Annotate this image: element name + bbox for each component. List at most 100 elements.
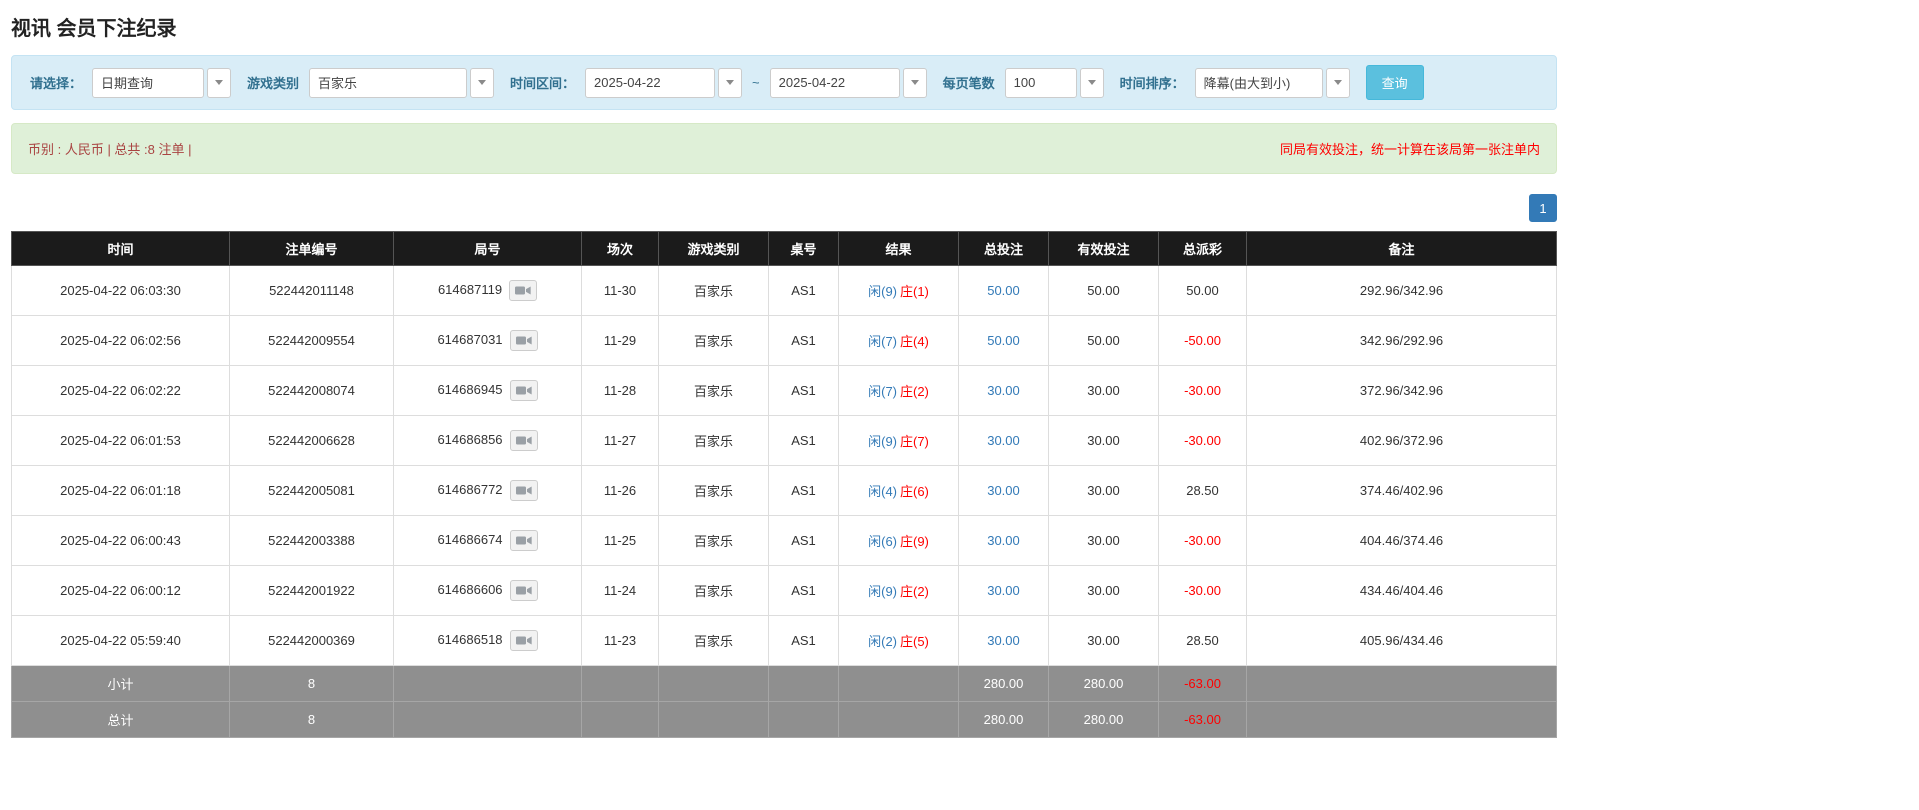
table-number: AS1 — [769, 466, 839, 516]
page-size-input[interactable] — [1005, 68, 1077, 98]
total-bet-link[interactable]: 30.00 — [987, 483, 1020, 498]
bet-time: 2025-04-22 06:02:56 — [12, 316, 230, 366]
search-button[interactable]: 查询 — [1366, 65, 1424, 100]
game-type-dropdown-button[interactable] — [470, 68, 494, 98]
round-video-button[interactable] — [510, 630, 538, 651]
table-row: 2025-04-22 06:03:30 522442011148 6146871… — [12, 266, 1557, 316]
empty-cell — [769, 702, 839, 738]
round-video-button[interactable] — [509, 280, 537, 301]
remark: 292.96/342.96 — [1247, 266, 1557, 316]
table-row: 2025-04-22 05:59:40 522442000369 6146865… — [12, 616, 1557, 666]
table-number: AS1 — [769, 266, 839, 316]
total-bet-link[interactable]: 30.00 — [987, 583, 1020, 598]
round-id: 614687119 — [438, 282, 502, 297]
date-to-input[interactable] — [770, 68, 900, 98]
video-camera-icon — [516, 635, 532, 646]
round-cell: 614686772 — [394, 466, 582, 516]
payout: -50.00 — [1159, 316, 1247, 366]
sort-input[interactable] — [1195, 68, 1323, 98]
valid-bet: 30.00 — [1049, 416, 1159, 466]
round-video-button[interactable] — [510, 380, 538, 401]
select-type-input[interactable] — [92, 68, 204, 98]
table-row: 2025-04-22 06:01:18 522442005081 6146867… — [12, 466, 1557, 516]
table-number: AS1 — [769, 616, 839, 666]
video-camera-icon — [516, 335, 532, 346]
session-number: 11-23 — [582, 616, 659, 666]
bet-id: 522442011148 — [230, 266, 394, 316]
total-row: 总计 8 280.00 280.00 -63.00 — [12, 702, 1557, 738]
bet-time: 2025-04-22 06:00:43 — [12, 516, 230, 566]
total-bet-cell: 30.00 — [959, 466, 1049, 516]
result-player: 闲(9) — [868, 584, 897, 599]
empty-cell — [1247, 666, 1557, 702]
game-type: 百家乐 — [659, 566, 769, 616]
round-video-button[interactable] — [510, 430, 538, 451]
total-bet-cell: 30.00 — [959, 516, 1049, 566]
chevron-down-icon — [1334, 80, 1342, 85]
table-number: AS1 — [769, 566, 839, 616]
total-bet-link[interactable]: 50.00 — [987, 333, 1020, 348]
valid-bet: 30.00 — [1049, 566, 1159, 616]
round-id: 614686945 — [437, 382, 502, 397]
page-size-combo — [1005, 68, 1104, 98]
round-video-button[interactable] — [510, 580, 538, 601]
summary-note: 同局有效投注，统一计算在该局第一张注单内 — [1280, 139, 1540, 158]
table-row: 2025-04-22 06:00:12 522442001922 6146866… — [12, 566, 1557, 616]
total-bet-link[interactable]: 30.00 — [987, 383, 1020, 398]
page-button-1[interactable]: 1 — [1529, 194, 1557, 222]
bet-time: 2025-04-22 06:03:30 — [12, 266, 230, 316]
round-video-button[interactable] — [510, 480, 538, 501]
round-cell: 614687119 — [394, 266, 582, 316]
remark: 404.46/374.46 — [1247, 516, 1557, 566]
total-bet-link[interactable]: 30.00 — [987, 533, 1020, 548]
bet-time: 2025-04-22 06:02:22 — [12, 366, 230, 416]
date-from-dropdown-button[interactable] — [718, 68, 742, 98]
table-header-row: 时间 注单编号 局号 场次 游戏类别 桌号 结果 总投注 有效投注 总派彩 备注 — [12, 232, 1557, 266]
round-video-button[interactable] — [510, 530, 538, 551]
total-bet-cell: 50.00 — [959, 316, 1049, 366]
sort-dropdown-button[interactable] — [1326, 68, 1350, 98]
chevron-down-icon — [726, 80, 734, 85]
result-banker: 庄(5) — [900, 634, 929, 649]
session-number: 11-28 — [582, 366, 659, 416]
remark: 342.96/292.96 — [1247, 316, 1557, 366]
date-from-input[interactable] — [585, 68, 715, 98]
summary-currency-count: 币别 : 人民币 | 总共 :8 注单 | — [28, 139, 192, 158]
game-type-input[interactable] — [309, 68, 467, 98]
result-cell: 闲(7)庄(2) — [839, 366, 959, 416]
filter-bar: 请选择： 游戏类别 时间区间： ~ 每页笔数 时间排序： — [11, 55, 1557, 110]
date-to-dropdown-button[interactable] — [903, 68, 927, 98]
total-valid-bet: 280.00 — [1049, 702, 1159, 738]
column-header-session: 场次 — [582, 232, 659, 266]
result-banker: 庄(4) — [900, 334, 929, 349]
select-type-dropdown-button[interactable] — [207, 68, 231, 98]
game-type: 百家乐 — [659, 316, 769, 366]
session-number: 11-25 — [582, 516, 659, 566]
select-type-label: 请选择： — [30, 73, 82, 92]
table-number: AS1 — [769, 366, 839, 416]
subtotal-row: 小计 8 280.00 280.00 -63.00 — [12, 666, 1557, 702]
session-number: 11-27 — [582, 416, 659, 466]
table-number: AS1 — [769, 416, 839, 466]
sort-label: 时间排序： — [1120, 73, 1185, 92]
video-camera-icon — [516, 535, 532, 546]
session-number: 11-26 — [582, 466, 659, 516]
round-cell: 614686518 — [394, 616, 582, 666]
video-camera-icon — [516, 435, 532, 446]
result-player: 闲(7) — [868, 334, 897, 349]
page-size-dropdown-button[interactable] — [1080, 68, 1104, 98]
total-bet-link[interactable]: 30.00 — [987, 433, 1020, 448]
total-bet-link[interactable]: 50.00 — [987, 283, 1020, 298]
round-video-button[interactable] — [510, 330, 538, 351]
column-header-result: 结果 — [839, 232, 959, 266]
column-header-payout: 总派彩 — [1159, 232, 1247, 266]
valid-bet: 30.00 — [1049, 466, 1159, 516]
bet-time: 2025-04-22 05:59:40 — [12, 616, 230, 666]
round-cell: 614686606 — [394, 566, 582, 616]
total-bet-link[interactable]: 30.00 — [987, 633, 1020, 648]
table-number: AS1 — [769, 516, 839, 566]
game-type-combo — [309, 68, 494, 98]
bets-table: 时间 注单编号 局号 场次 游戏类别 桌号 结果 总投注 有效投注 总派彩 备注… — [11, 231, 1557, 738]
table-row: 2025-04-22 06:02:22 522442008074 6146869… — [12, 366, 1557, 416]
result-banker: 庄(2) — [900, 584, 929, 599]
